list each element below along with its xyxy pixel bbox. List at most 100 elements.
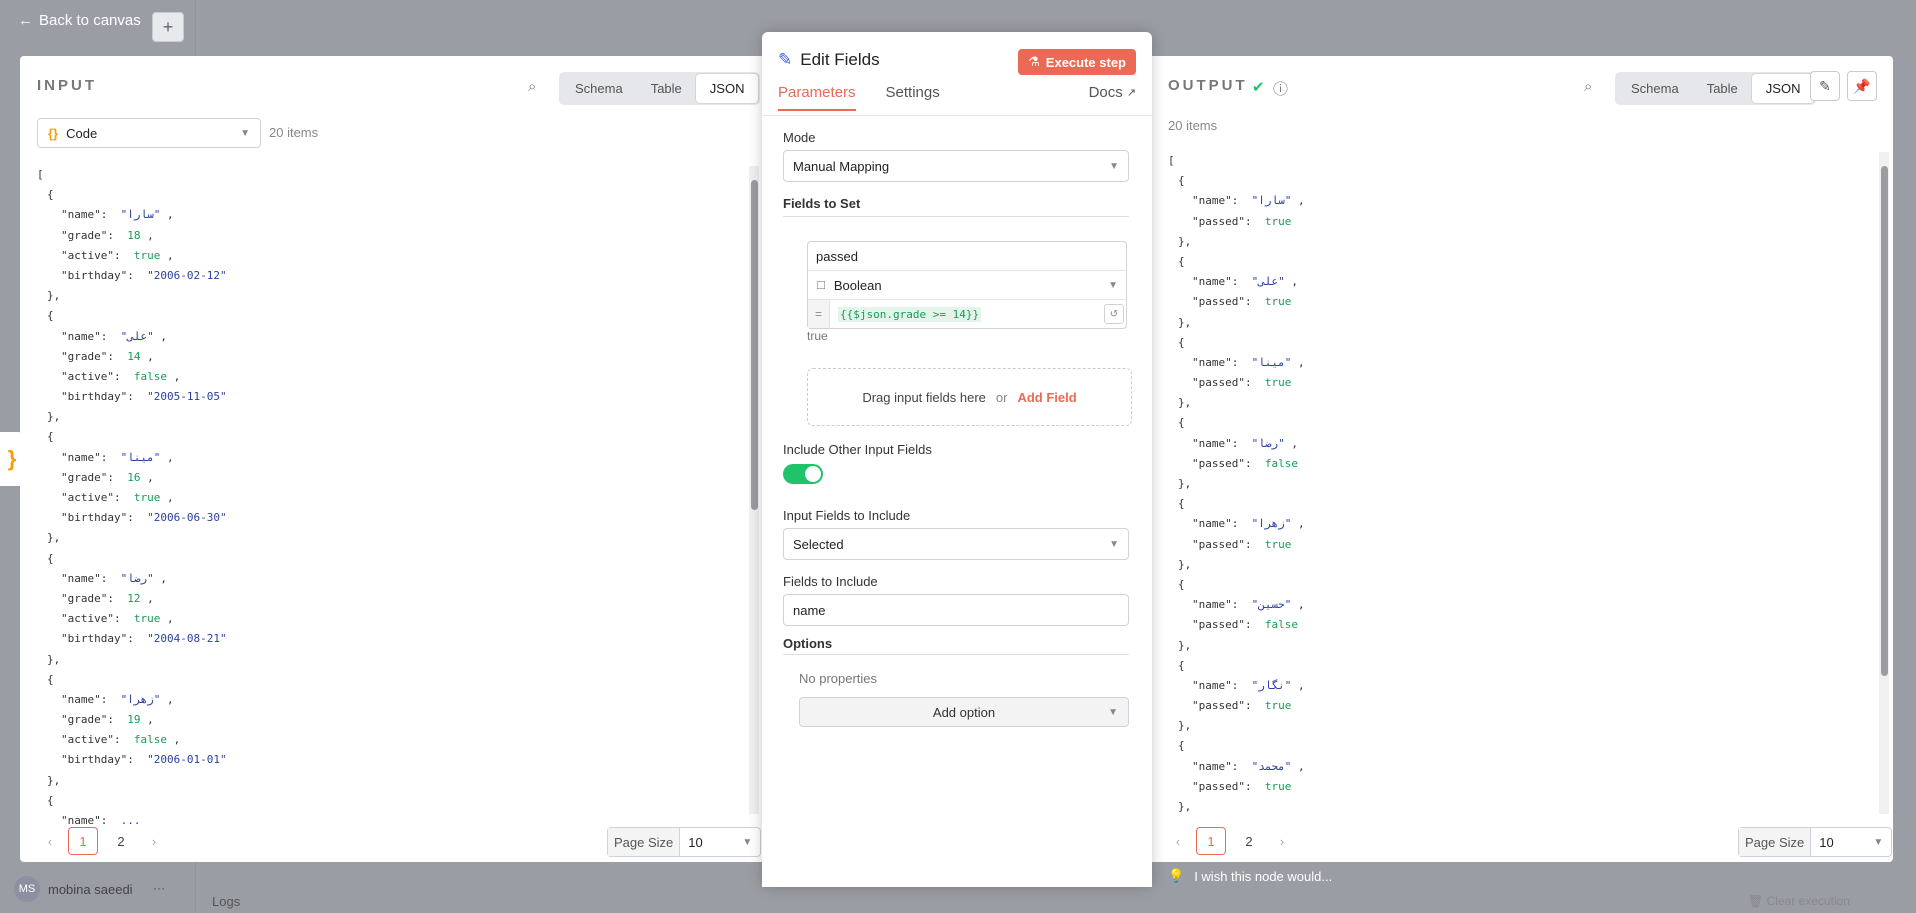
- json-brace: {: [47, 672, 54, 686]
- search-icon[interactable]: ⌕: [1584, 78, 1592, 95]
- back-to-canvas-label: Back to canvas: [39, 12, 141, 29]
- add-node-button[interactable]: +: [152, 12, 184, 42]
- input-scroll-thumb[interactable]: [751, 180, 758, 510]
- json-line: "passed": false: [1168, 615, 1888, 635]
- input-panel-title: INPUT: [37, 77, 97, 94]
- input-view-json[interactable]: JSON: [695, 74, 759, 103]
- chevron-left-icon[interactable]: ‹: [1168, 834, 1188, 849]
- output-view-switch[interactable]: Schema Table JSON: [1615, 72, 1817, 105]
- json-colon: :: [127, 511, 148, 525]
- json-value: "زهرا": [120, 692, 161, 706]
- chevron-down-icon: ▼: [1109, 538, 1119, 550]
- field-type-select[interactable]: ☐ Boolean ▼: [808, 271, 1126, 300]
- json-comma: ,: [153, 329, 167, 343]
- checkbox-icon: ☐: [816, 279, 826, 292]
- chevron-left-icon[interactable]: ‹: [40, 834, 60, 849]
- pin-output-button[interactable]: 📌: [1847, 71, 1877, 101]
- node-title[interactable]: Edit Fields: [800, 50, 879, 70]
- json-line: "passed": true: [1168, 373, 1888, 393]
- output-page-1[interactable]: 1: [1196, 827, 1226, 855]
- json-value: "2006-02-12": [147, 268, 227, 282]
- input-view-schema[interactable]: Schema: [561, 74, 637, 103]
- input-view-table[interactable]: Table: [637, 74, 696, 103]
- mode-select[interactable]: Manual Mapping ▼: [783, 150, 1129, 182]
- docs-link[interactable]: Docs ↗: [1089, 84, 1136, 101]
- add-field-button[interactable]: Add Field: [1017, 390, 1076, 405]
- input-view-switch[interactable]: Schema Table JSON: [559, 72, 761, 105]
- logs-label[interactable]: Logs: [212, 894, 240, 909]
- input-source-select[interactable]: {} Code ▼: [37, 118, 261, 148]
- json-key: "name":: [61, 814, 121, 827]
- json-colon: :: [107, 228, 128, 242]
- input-page-size-value: 10: [688, 834, 703, 850]
- json-value: true: [1264, 376, 1292, 390]
- field-value-expression[interactable]: = {{$json.grade >= 14}} ↺: [808, 300, 1126, 328]
- input-page-1[interactable]: 1: [68, 827, 98, 855]
- json-value: true: [1264, 779, 1292, 793]
- output-view-schema[interactable]: Schema: [1617, 74, 1693, 103]
- json-key: "grade": [61, 349, 108, 363]
- back-to-canvas-link[interactable]: ← Back to canvas: [18, 12, 141, 29]
- json-comma: ,: [160, 612, 174, 626]
- edit-output-button[interactable]: ✎: [1810, 71, 1840, 101]
- output-view-json[interactable]: JSON: [1751, 74, 1815, 103]
- json-brace: },: [47, 652, 61, 666]
- more-icon[interactable]: ⋯: [153, 881, 166, 897]
- json-line: },: [1168, 313, 1888, 333]
- output-page-size[interactable]: Page Size 10 ▼: [1738, 827, 1893, 857]
- info-icon[interactable]: ⓘ: [1273, 78, 1288, 99]
- chevron-right-icon[interactable]: ›: [1272, 834, 1292, 849]
- json-line: "grade": 19 ,: [37, 710, 757, 730]
- input-page-2[interactable]: 2: [106, 827, 136, 855]
- json-value: "رضا": [120, 571, 154, 585]
- json-line: [: [37, 165, 757, 185]
- feedback-link[interactable]: 💡 I wish this node would...: [1168, 868, 1332, 884]
- json-comma: ,: [160, 208, 174, 222]
- json-line: {: [1168, 413, 1888, 433]
- json-line: },: [1168, 797, 1888, 817]
- json-line: "grade": 12 ,: [37, 589, 757, 609]
- search-icon[interactable]: ⌕: [528, 78, 536, 95]
- json-key: "passed": [1192, 376, 1245, 390]
- json-colon: :: [1244, 456, 1265, 470]
- json-brace: },: [1178, 234, 1192, 248]
- json-brace: {: [47, 793, 54, 807]
- input-fields-to-include-select[interactable]: Selected ▼: [783, 528, 1129, 560]
- json-value: "سارا": [120, 208, 161, 222]
- add-option-button[interactable]: Add option ▼: [799, 697, 1129, 727]
- json-key: "birthday": [61, 511, 128, 525]
- drop-hint: Drag input fields here: [862, 389, 986, 405]
- json-colon: :: [100, 692, 121, 706]
- json-line: "grade": 18 ,: [37, 226, 757, 246]
- json-key: "name": [1192, 275, 1232, 289]
- drop-zone[interactable]: Drag input fields here or Add Field: [807, 368, 1132, 426]
- json-colon: :: [127, 632, 148, 646]
- json-value: "علی": [120, 329, 154, 343]
- json-comma: ,: [1291, 517, 1305, 531]
- json-key: "active": [61, 733, 114, 747]
- reset-icon[interactable]: ↺: [1104, 304, 1124, 324]
- output-scroll-thumb[interactable]: [1881, 166, 1888, 676]
- chevron-right-icon[interactable]: ›: [144, 834, 164, 849]
- json-colon: :: [1231, 517, 1252, 531]
- output-view-table[interactable]: Table: [1693, 74, 1752, 103]
- tab-parameters[interactable]: Parameters: [778, 84, 856, 111]
- user-menu[interactable]: MS mobina saeedi ⋯: [14, 876, 166, 902]
- input-page-size[interactable]: Page Size 10 ▼: [607, 827, 762, 857]
- fields-to-include-input[interactable]: name: [783, 594, 1129, 626]
- json-value: "سارا": [1251, 194, 1292, 208]
- input-scrollbar[interactable]: [749, 166, 759, 814]
- include-other-toggle[interactable]: [783, 464, 823, 484]
- json-line: "passed": true: [1168, 696, 1888, 716]
- json-line: "passed": true: [1168, 777, 1888, 797]
- execute-step-button[interactable]: ⚗ Execute step: [1018, 49, 1136, 75]
- output-scrollbar[interactable]: [1879, 152, 1889, 814]
- json-value: true: [133, 491, 161, 504]
- output-page-2[interactable]: 2: [1234, 827, 1264, 855]
- clear-execution-button[interactable]: 🗑 Clear execution: [1748, 894, 1850, 908]
- json-value: "زهرا": [1251, 517, 1292, 531]
- tab-settings[interactable]: Settings: [886, 84, 940, 111]
- json-line: "passed": true: [1168, 292, 1888, 312]
- field-name-input[interactable]: passed: [808, 242, 1126, 271]
- json-comma: ,: [160, 450, 174, 464]
